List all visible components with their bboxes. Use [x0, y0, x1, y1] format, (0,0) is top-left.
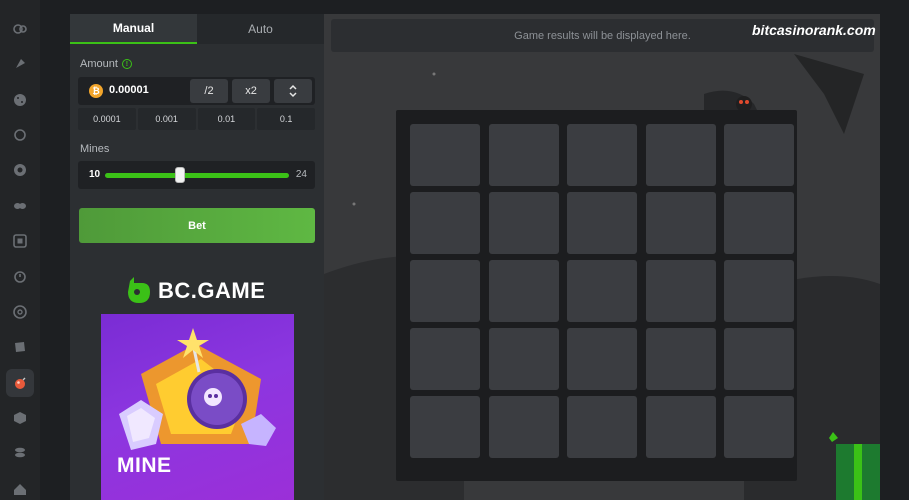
tab-auto[interactable]: Auto	[197, 14, 324, 44]
brand-name: BC.GAME	[158, 278, 266, 303]
amount-input[interactable]: 0.00001	[109, 84, 149, 96]
ticket-icon[interactable]	[11, 197, 29, 215]
mine-tile[interactable]	[645, 328, 716, 390]
brand: BC.GAME	[124, 274, 265, 308]
mine-tile[interactable]	[724, 260, 794, 322]
quick-amount-button[interactable]: 0.1	[257, 108, 315, 130]
top-strip	[40, 0, 909, 14]
ball-icon[interactable]	[11, 126, 29, 144]
amount-label: Amount	[80, 58, 118, 70]
mines-min-value: 10	[89, 169, 101, 180]
mine-tile[interactable]	[410, 192, 480, 254]
box-icon[interactable]	[11, 409, 29, 427]
mine-tile[interactable]	[567, 260, 637, 322]
app-root: Manual Auto Amount ! ₿ 0.00001 /2 x2 0.0…	[0, 0, 909, 500]
mine-tile[interactable]	[645, 192, 716, 254]
promo-title: MINE	[117, 454, 172, 477]
cube-icon[interactable]	[11, 338, 29, 356]
mine-tile[interactable]	[645, 260, 716, 322]
mine-tile[interactable]	[410, 260, 480, 322]
half-button[interactable]: /2	[190, 79, 228, 103]
quick-amount-button[interactable]: 0.001	[137, 108, 196, 130]
coins-icon[interactable]	[11, 20, 29, 38]
quick-amount-button[interactable]: 0.01	[197, 108, 256, 130]
mine-tile[interactable]	[410, 396, 480, 458]
mine-tile[interactable]	[724, 124, 794, 186]
mines-label: Mines	[80, 143, 110, 155]
mine-tile[interactable]	[567, 192, 637, 254]
mine-tile[interactable]	[488, 396, 559, 458]
coin-stack-icon[interactable]	[11, 444, 29, 462]
info-icon[interactable]: !	[121, 59, 132, 69]
chevron-updown-icon	[289, 84, 297, 98]
bet-button[interactable]: Bet	[79, 208, 315, 243]
mine-tile[interactable]	[410, 124, 480, 186]
mine-tile[interactable]	[724, 328, 794, 390]
mine-tile[interactable]	[724, 192, 794, 254]
mine-tile[interactable]	[488, 260, 559, 322]
target-icon[interactable]	[11, 161, 29, 179]
watermark: bitcasinorank.com	[752, 22, 876, 38]
mines-board	[396, 110, 797, 481]
mine-icon[interactable]	[6, 369, 34, 397]
mine-tile[interactable]	[488, 192, 559, 254]
bitcoin-coin-icon: ₿	[89, 84, 103, 98]
bc-game-logo-icon	[128, 277, 150, 303]
promo-banner[interactable]: MINE	[101, 314, 294, 500]
home-icon[interactable]	[11, 480, 29, 498]
tab-manual[interactable]: Manual	[70, 14, 197, 44]
slider-track[interactable]	[105, 173, 289, 178]
mine-tile[interactable]	[724, 396, 794, 458]
mine-tile[interactable]	[645, 396, 716, 458]
amount-label-row: Amount !	[80, 58, 132, 70]
mine-tile[interactable]	[567, 396, 637, 458]
slider-thumb[interactable]	[175, 167, 186, 183]
rocket-icon[interactable]	[11, 55, 29, 73]
quick-amount-button[interactable]: 0.0001	[78, 108, 136, 130]
dice-icon[interactable]	[11, 91, 29, 109]
mine-tile[interactable]	[645, 124, 716, 186]
double-button[interactable]: x2	[232, 79, 270, 103]
quick-amount-row: 0.0001 0.001 0.01 0.1	[78, 108, 315, 130]
bet-panel: Manual Auto Amount ! ₿ 0.00001 /2 x2 0.0…	[70, 14, 324, 500]
mine-tile[interactable]	[410, 328, 480, 390]
mines-slider[interactable]: 10 24	[78, 161, 315, 189]
roulette-icon[interactable]	[11, 303, 29, 321]
mine-tile[interactable]	[567, 328, 637, 390]
mines-max-value: 24	[295, 169, 307, 180]
sidebar-rail	[0, 0, 40, 500]
mine-tile[interactable]	[488, 328, 559, 390]
amount-input-row: ₿ 0.00001 /2 x2	[78, 77, 315, 105]
chevron-updown-button[interactable]	[274, 79, 312, 103]
game-area: Game results will be displayed here.	[324, 14, 880, 500]
mine-tile[interactable]	[567, 124, 637, 186]
mode-tabs: Manual Auto	[70, 14, 324, 44]
mine-tile[interactable]	[488, 124, 559, 186]
slots-icon[interactable]	[11, 232, 29, 250]
timer-icon[interactable]	[11, 267, 29, 285]
right-edge	[880, 0, 909, 500]
